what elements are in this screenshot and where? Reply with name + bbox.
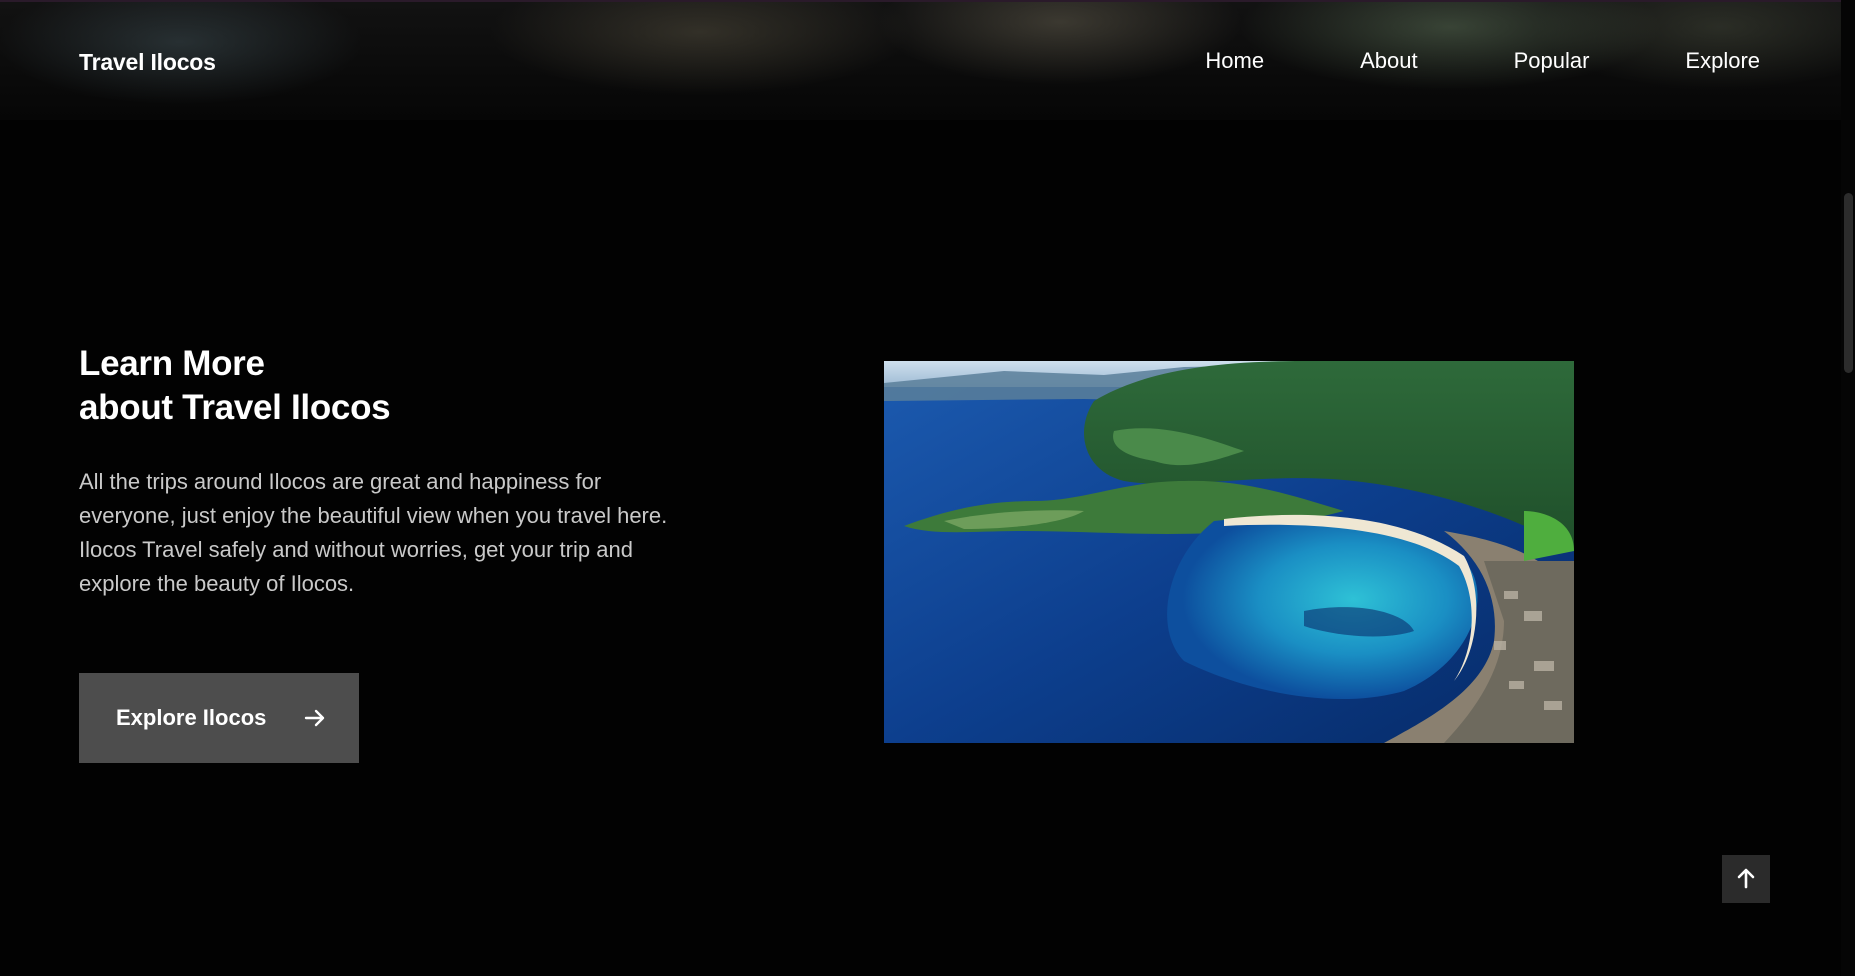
coastal-bay-photo — [884, 361, 1574, 743]
about-title: Learn More about Travel Ilocos — [79, 342, 391, 430]
about-title-line-2: about Travel Ilocos — [79, 388, 391, 427]
about-title-line-1: Learn More — [79, 344, 265, 383]
site-header: Travel Ilocos Home About Popular Explore — [0, 0, 1855, 120]
about-image — [884, 361, 1574, 743]
site-logo[interactable]: Travel Ilocos — [79, 49, 216, 76]
about-description: All the trips around Ilocos are great an… — [79, 469, 668, 596]
scroll-to-top-button[interactable] — [1722, 855, 1770, 903]
vertical-scrollbar[interactable] — [1841, 0, 1855, 976]
arrow-right-icon — [304, 707, 326, 729]
explore-button-label: Explore Ilocos — [116, 705, 267, 730]
main-nav: Home About Popular Explore — [1205, 48, 1760, 74]
arrow-up-icon — [1735, 867, 1757, 892]
nav-popular-link[interactable]: Popular — [1514, 48, 1590, 74]
page: Travel Ilocos Home About Popular Explore… — [0, 0, 1855, 976]
explore-ilocos-button[interactable]: Explore Ilocos — [79, 673, 359, 763]
nav-home-link[interactable]: Home — [1205, 48, 1264, 74]
scrollbar-thumb[interactable] — [1844, 193, 1853, 373]
nav-about-link[interactable]: About — [1360, 48, 1418, 74]
nav-explore-link[interactable]: Explore — [1685, 48, 1760, 74]
